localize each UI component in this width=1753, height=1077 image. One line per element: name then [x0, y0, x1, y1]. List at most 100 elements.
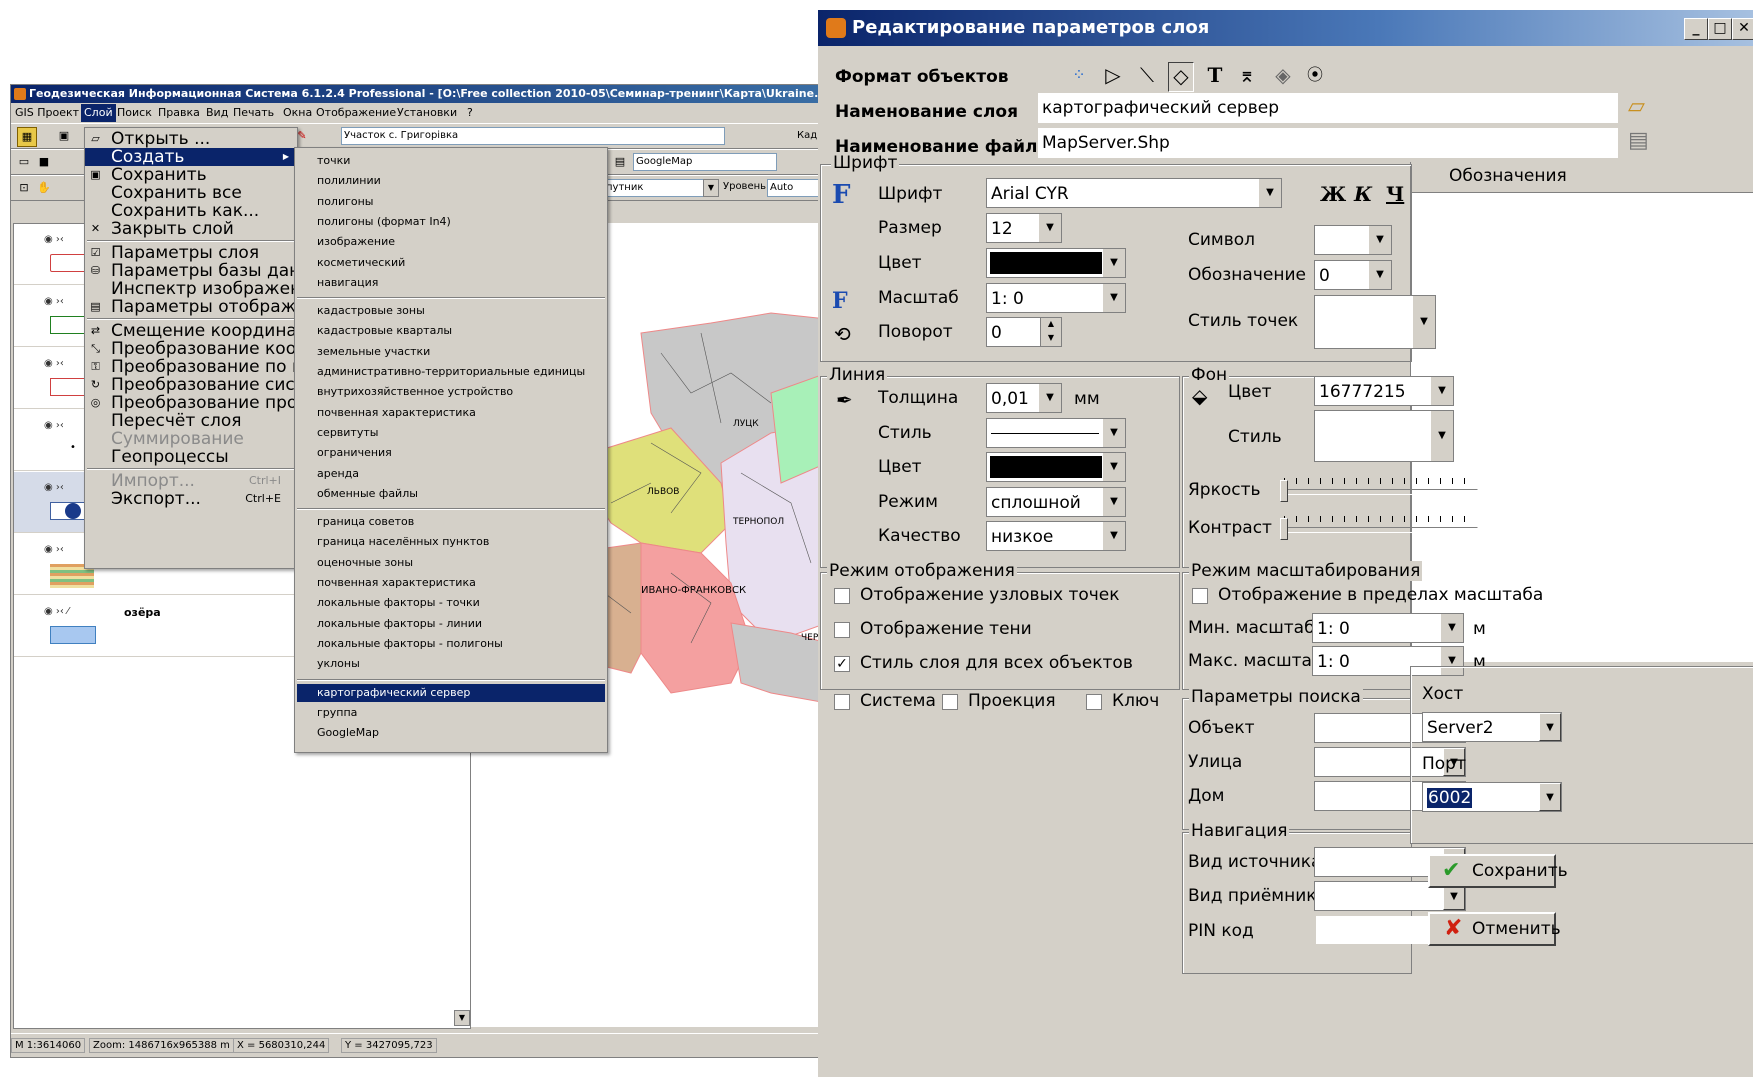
layer-menu-item[interactable]: Создать ▶: [85, 148, 295, 166]
save-button[interactable]: ✔ Сохранить: [1428, 854, 1568, 888]
chevron-down-icon[interactable]: ▼: [1039, 384, 1061, 412]
layer-menu-item[interactable]: ▱ Открыть ...: [85, 130, 295, 148]
create-submenu-item[interactable]: оценочные зоны: [297, 554, 605, 572]
projection-checkbox[interactable]: [942, 694, 958, 710]
satellite-combo[interactable]: путник: [603, 179, 707, 197]
create-submenu-item[interactable]: почвенная характеристика: [297, 574, 605, 592]
create-submenu-item[interactable]: сервитуты: [297, 424, 605, 442]
pan-icon[interactable]: ✋: [35, 179, 53, 197]
line-color-combo[interactable]: ▼: [986, 452, 1126, 482]
menu-settings[interactable]: Установки: [397, 106, 457, 119]
chevron-down-icon[interactable]: ▼: [1539, 713, 1561, 741]
bold-button[interactable]: Ж: [1320, 182, 1346, 206]
eye-icon[interactable]: ◉ ›‹: [44, 420, 64, 431]
eye-icon[interactable]: ◉ ›‹: [44, 234, 64, 245]
designation-combo[interactable]: 0 ▼: [1314, 260, 1392, 290]
brightness-slider[interactable]: [1280, 478, 1478, 502]
parcel-field[interactable]: Участок с. Григорівка: [341, 127, 725, 145]
eye-icon[interactable]: ◉ ›‹: [44, 358, 64, 369]
create-submenu-item[interactable]: косметический: [297, 254, 605, 272]
layer-menu-item[interactable]: Пересчёт слоя: [85, 412, 295, 430]
menu-layer[interactable]: Слой: [81, 104, 116, 122]
slider-thumb[interactable]: [1280, 518, 1288, 540]
point-style-combo[interactable]: ▼: [1314, 295, 1436, 349]
polylines-icon[interactable]: ▷: [1100, 62, 1126, 88]
line-style-combo[interactable]: ▼: [986, 418, 1126, 448]
create-submenu-item[interactable]: картографический сервер: [297, 683, 605, 702]
layer-menu-item[interactable]: ☑ Параметры слоя: [85, 244, 295, 262]
layer-menu-item[interactable]: Сохранить как...: [85, 202, 295, 220]
create-submenu-item[interactable]: кадастровые кварталы: [297, 322, 605, 340]
create-submenu-item[interactable]: локальные факторы - линии: [297, 615, 605, 633]
chevron-down-icon[interactable]: ▼: [1369, 261, 1391, 289]
min-scale-combo[interactable]: 1: 0 ▼: [1312, 613, 1464, 643]
chevron-down-icon[interactable]: ▼: [1413, 296, 1435, 348]
chevron-down-icon[interactable]: ▼: [1103, 419, 1125, 447]
show-nodes-checkbox[interactable]: [834, 588, 850, 604]
create-submenu-item[interactable]: почвенная характеристика: [297, 404, 605, 422]
layer-menu-item[interactable]: ↻ Преобразование системы: [85, 376, 342, 394]
zoom-icon[interactable]: ⊡: [15, 179, 33, 197]
cancel-button[interactable]: ✘ Отменить: [1428, 912, 1561, 946]
save-icon[interactable]: ▣: [55, 127, 73, 145]
chevron-down-icon[interactable]: ▼: [1039, 214, 1061, 242]
chevron-down-icon[interactable]: ▼: [1103, 284, 1125, 312]
layer-menu-item[interactable]: ✕ Закрыть слой: [85, 220, 295, 238]
points-icon[interactable]: ⁘: [1066, 62, 1092, 88]
map-source-field[interactable]: GoogleMap: [633, 153, 777, 171]
create-submenu-item[interactable]: точки: [297, 152, 605, 170]
layer-menu-item[interactable]: Суммирование: [85, 430, 295, 448]
chevron-down-icon[interactable]: ▼: [1103, 488, 1125, 516]
chevron-down-icon[interactable]: ▼: [1539, 783, 1561, 811]
chevron-down-icon[interactable]: ▼: [1431, 411, 1453, 461]
layer-menu-item[interactable]: Сохранить все: [85, 184, 295, 202]
create-submenu-item[interactable]: локальные факторы - полигоны: [297, 635, 605, 653]
create-submenu-item[interactable]: кадастровые зоны: [297, 302, 605, 320]
show-shadow-checkbox[interactable]: [834, 622, 850, 638]
text-icon[interactable]: T: [1202, 62, 1228, 88]
eye-icon[interactable]: ◉ ›‹: [44, 296, 64, 307]
create-submenu-item[interactable]: полигоны: [297, 193, 605, 211]
layer-menu-item[interactable]: ⤡ Преобразование координат: [85, 340, 361, 358]
create-submenu-item[interactable]: административно-территориальные единицы: [297, 363, 605, 381]
port-combo[interactable]: 6002 ▼: [1422, 782, 1562, 812]
chevron-down-icon[interactable]: ▼: [1369, 226, 1391, 254]
level-field[interactable]: Auto: [767, 179, 821, 197]
eye-icon[interactable]: ◉ ›‹ ⁄: [44, 606, 69, 617]
open-icon[interactable]: ▭: [15, 153, 33, 171]
chevron-down-icon[interactable]: ▼: [1103, 453, 1125, 481]
chevron-down-icon[interactable]: ▼: [703, 179, 719, 197]
size-combo[interactable]: 12 ▼: [986, 213, 1062, 243]
slider-thumb[interactable]: [1280, 480, 1288, 502]
create-submenu-item[interactable]: обменные файлы: [297, 485, 605, 503]
create-submenu-item[interactable]: граница советов: [297, 513, 605, 531]
layer-menu-item[interactable]: Экспорт... Ctrl+E: [85, 490, 295, 508]
bg-color-combo[interactable]: 16777215 ▼: [1314, 376, 1454, 406]
save-disk-icon[interactable]: ■: [35, 153, 53, 171]
map-server-icon[interactable]: ⦿: [1302, 62, 1328, 88]
scale-combo[interactable]: 1: 0 ▼: [986, 283, 1126, 313]
chevron-down-icon[interactable]: ▼: [1259, 179, 1281, 207]
contrast-slider[interactable]: [1280, 516, 1478, 540]
bg-style-combo[interactable]: ▼: [1314, 410, 1454, 462]
host-combo[interactable]: Server2 ▼: [1422, 712, 1562, 742]
create-submenu-item[interactable]: изображение: [297, 233, 605, 251]
maximize-button[interactable]: □: [1708, 18, 1732, 40]
thickness-combo[interactable]: 0,01 ▼: [986, 383, 1062, 413]
mode-combo[interactable]: сплошной ▼: [986, 487, 1126, 517]
spin-arrows-icon[interactable]: ▲ ▼: [1040, 318, 1061, 346]
legend-tab[interactable]: Обозначения: [1449, 166, 1567, 186]
font-combo[interactable]: Arial CYR ▼: [986, 178, 1282, 208]
layer-menu-item[interactable]: Импорт... Ctrl+I: [85, 472, 295, 490]
rotation-spinner[interactable]: 0 ▲ ▼: [986, 317, 1062, 347]
scroll-down-icon[interactable]: ▼: [454, 1010, 470, 1026]
layer-menu-item[interactable]: Инспектр изображений: [85, 280, 323, 298]
table-icon[interactable]: ▤: [611, 153, 629, 171]
create-submenu-item[interactable]: полигоны (формат In4): [297, 213, 605, 231]
layer-menu-item[interactable]: ⇄ Смещение координат: [85, 322, 307, 340]
within-scale-checkbox[interactable]: [1192, 588, 1208, 604]
create-submenu-item[interactable]: полилинии: [297, 172, 605, 190]
eye-icon[interactable]: ◉ ›‹: [44, 544, 64, 555]
create-submenu-item[interactable]: GoogleMap: [297, 724, 605, 742]
create-submenu-item[interactable]: аренда: [297, 465, 605, 483]
